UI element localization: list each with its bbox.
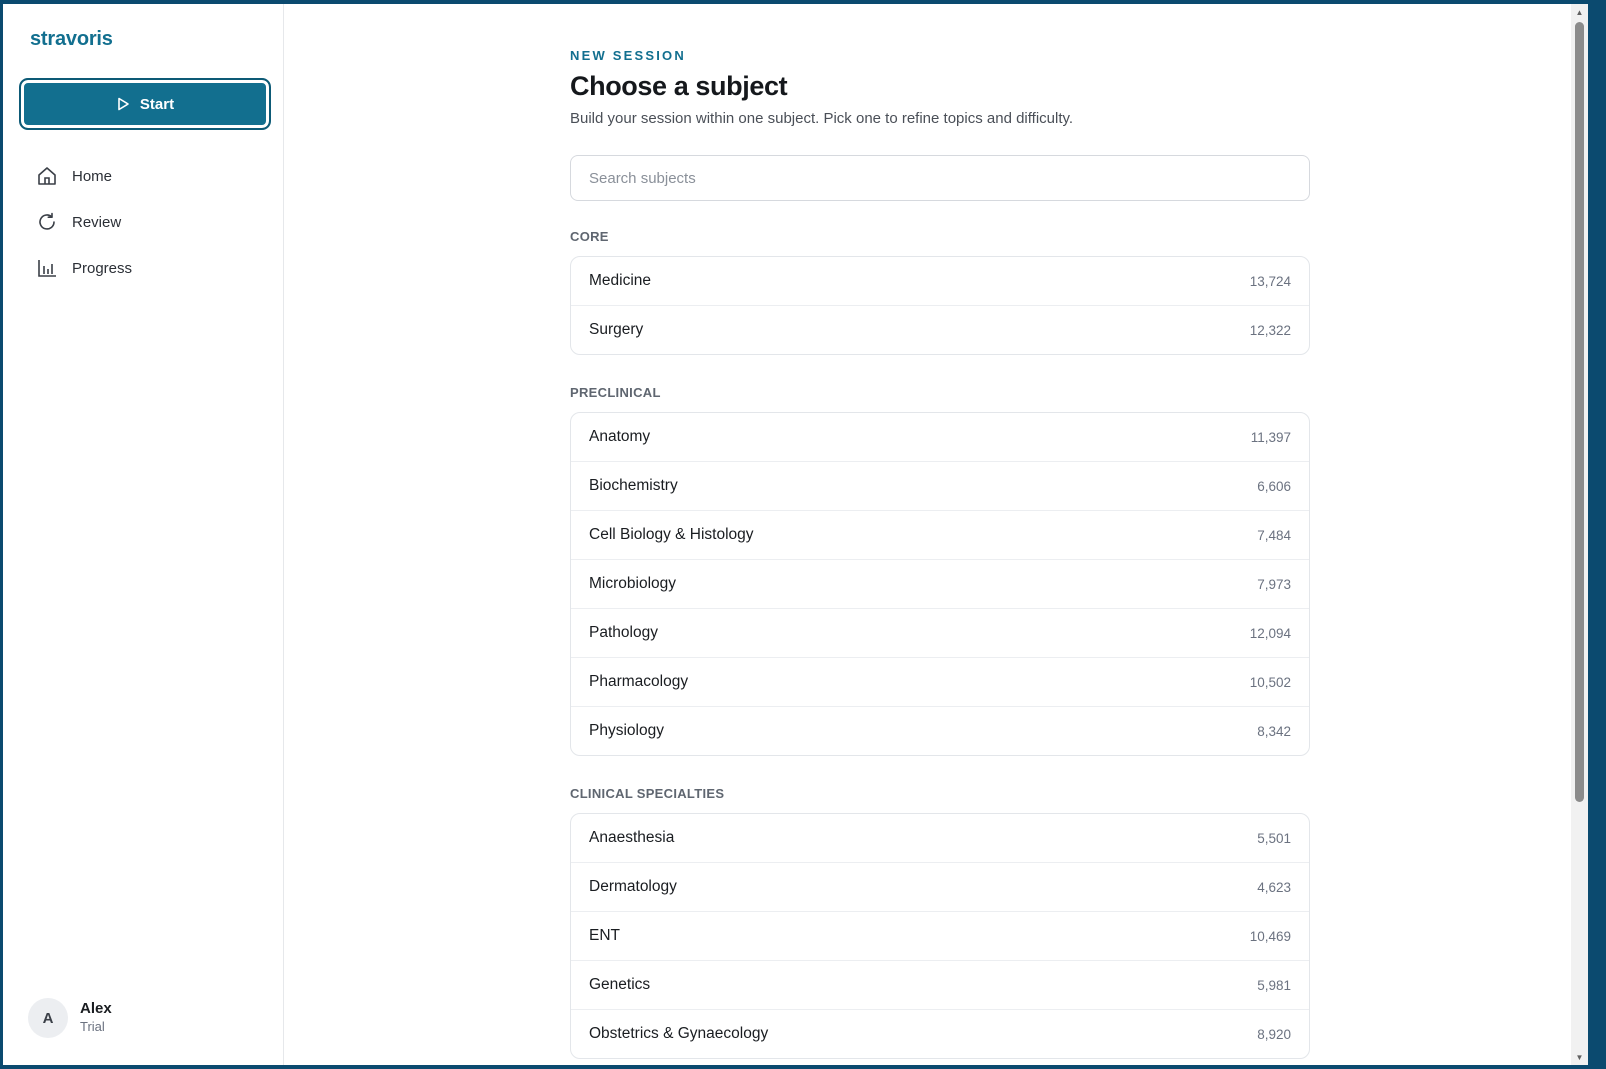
vertical-scrollbar[interactable]: ▲ ▼ [1571, 4, 1588, 1065]
subject-list-clinical: Anaesthesia 5,501 Dermatology 4,623 ENT … [570, 813, 1310, 1059]
subject-name: Medicine [589, 272, 652, 289]
subject-count: 13,724 [1249, 273, 1291, 289]
subject-row[interactable]: Pathology 12,094 [571, 608, 1309, 657]
start-button-label: Start [139, 95, 175, 113]
subject-row[interactable]: Microbiology 7,973 [571, 559, 1309, 608]
subject-count: 7,973 [1257, 576, 1291, 592]
subject-row[interactable]: ENT 10,469 [571, 911, 1309, 960]
start-button[interactable]: Start [19, 78, 271, 130]
subject-name: Anatomy [589, 428, 651, 445]
subject-name: Obstetrics & Gynaecology [589, 1025, 769, 1042]
subject-count: 11,397 [1250, 429, 1291, 445]
subject-name: Cell Biology & Histology [589, 526, 754, 543]
subject-count: 8,920 [1257, 1026, 1291, 1042]
group-label-core: CORE [570, 229, 609, 244]
group-label-preclinical: PRECLINICAL [570, 385, 661, 400]
subject-name: Anaesthesia [589, 829, 675, 846]
subject-row[interactable]: Medicine 13,724 [571, 257, 1309, 305]
subject-name: Surgery [589, 321, 644, 338]
subject-name: Microbiology [589, 575, 677, 592]
subject-name: ENT [589, 927, 620, 944]
scrollbar-thumb[interactable] [1575, 22, 1584, 802]
subject-row[interactable]: Pharmacology 10,502 [571, 657, 1309, 706]
subject-count: 8,342 [1257, 723, 1291, 739]
user-plan: Trial [80, 1019, 105, 1034]
subject-count: 7,484 [1257, 527, 1291, 543]
subject-count: 10,469 [1249, 928, 1291, 944]
subject-name: Biochemistry [589, 477, 678, 494]
subject-list-core: Medicine 13,724 Surgery 12,322 [570, 256, 1310, 355]
refresh-icon [36, 211, 58, 233]
bar-chart-icon [36, 257, 58, 279]
group-label-clinical-specialties: CLINICAL SPECIALTIES [570, 786, 725, 801]
subject-row[interactable]: Obstetrics & Gynaecology 8,920 [571, 1009, 1309, 1058]
page-title: Choose a subject [570, 71, 788, 101]
scroll-down-arrow-icon[interactable]: ▼ [1571, 1049, 1588, 1065]
avatar: A [28, 998, 68, 1038]
subject-row[interactable]: Surgery 12,322 [571, 305, 1309, 354]
sidebar-nav: Home Review Progress [3, 153, 283, 291]
page-subtitle: Build your session within one subject. P… [570, 110, 1074, 127]
eyebrow-label: NEW SESSION [570, 48, 686, 63]
subject-count: 6,606 [1257, 478, 1291, 494]
subject-name: Pharmacology [589, 673, 689, 690]
subject-name: Pathology [589, 624, 658, 641]
subject-row[interactable]: Physiology 8,342 [571, 706, 1309, 755]
subject-row[interactable]: Cell Biology & Histology 7,484 [571, 510, 1309, 559]
subject-row[interactable]: Anaesthesia 5,501 [571, 814, 1309, 862]
play-icon [116, 97, 130, 111]
subject-count: 12,322 [1249, 322, 1291, 338]
sidebar-item-label: Home [72, 167, 113, 185]
scroll-up-arrow-icon[interactable]: ▲ [1571, 4, 1588, 20]
subject-name: Dermatology [589, 878, 677, 895]
main-content: NEW SESSION Choose a subject Build your … [284, 4, 1571, 1065]
sidebar-item-review[interactable]: Review [3, 199, 283, 245]
subject-list-preclinical: Anatomy 11,397 Biochemistry 6,606 Cell B… [570, 412, 1310, 756]
subject-row[interactable]: Genetics 5,981 [571, 960, 1309, 1009]
user-profile[interactable]: A Alex Trial [28, 998, 112, 1038]
subject-row[interactable]: Dermatology 4,623 [571, 862, 1309, 911]
subject-row[interactable]: Biochemistry 6,606 [571, 461, 1309, 510]
subject-count: 4,623 [1257, 879, 1291, 895]
subject-count: 5,501 [1257, 830, 1291, 846]
subject-row[interactable]: Anatomy 11,397 [571, 413, 1309, 461]
sidebar-item-label: Progress [72, 259, 133, 277]
sidebar-item-progress[interactable]: Progress [3, 245, 283, 291]
user-name: Alex [80, 1000, 112, 1017]
brand-logo[interactable]: stravoris [30, 28, 113, 51]
sidebar: stravoris Start Home Review Progress A A… [3, 4, 284, 1065]
subject-name: Physiology [589, 722, 664, 739]
search-input[interactable] [570, 155, 1310, 201]
subject-count: 12,094 [1249, 625, 1291, 641]
subject-name: Genetics [589, 976, 651, 993]
sidebar-item-home[interactable]: Home [3, 153, 283, 199]
app-window: stravoris Start Home Review Progress A A… [3, 4, 1588, 1065]
subject-count: 5,981 [1257, 977, 1291, 993]
home-icon [36, 165, 58, 187]
subject-count: 10,502 [1249, 674, 1291, 690]
sidebar-item-label: Review [72, 213, 122, 231]
